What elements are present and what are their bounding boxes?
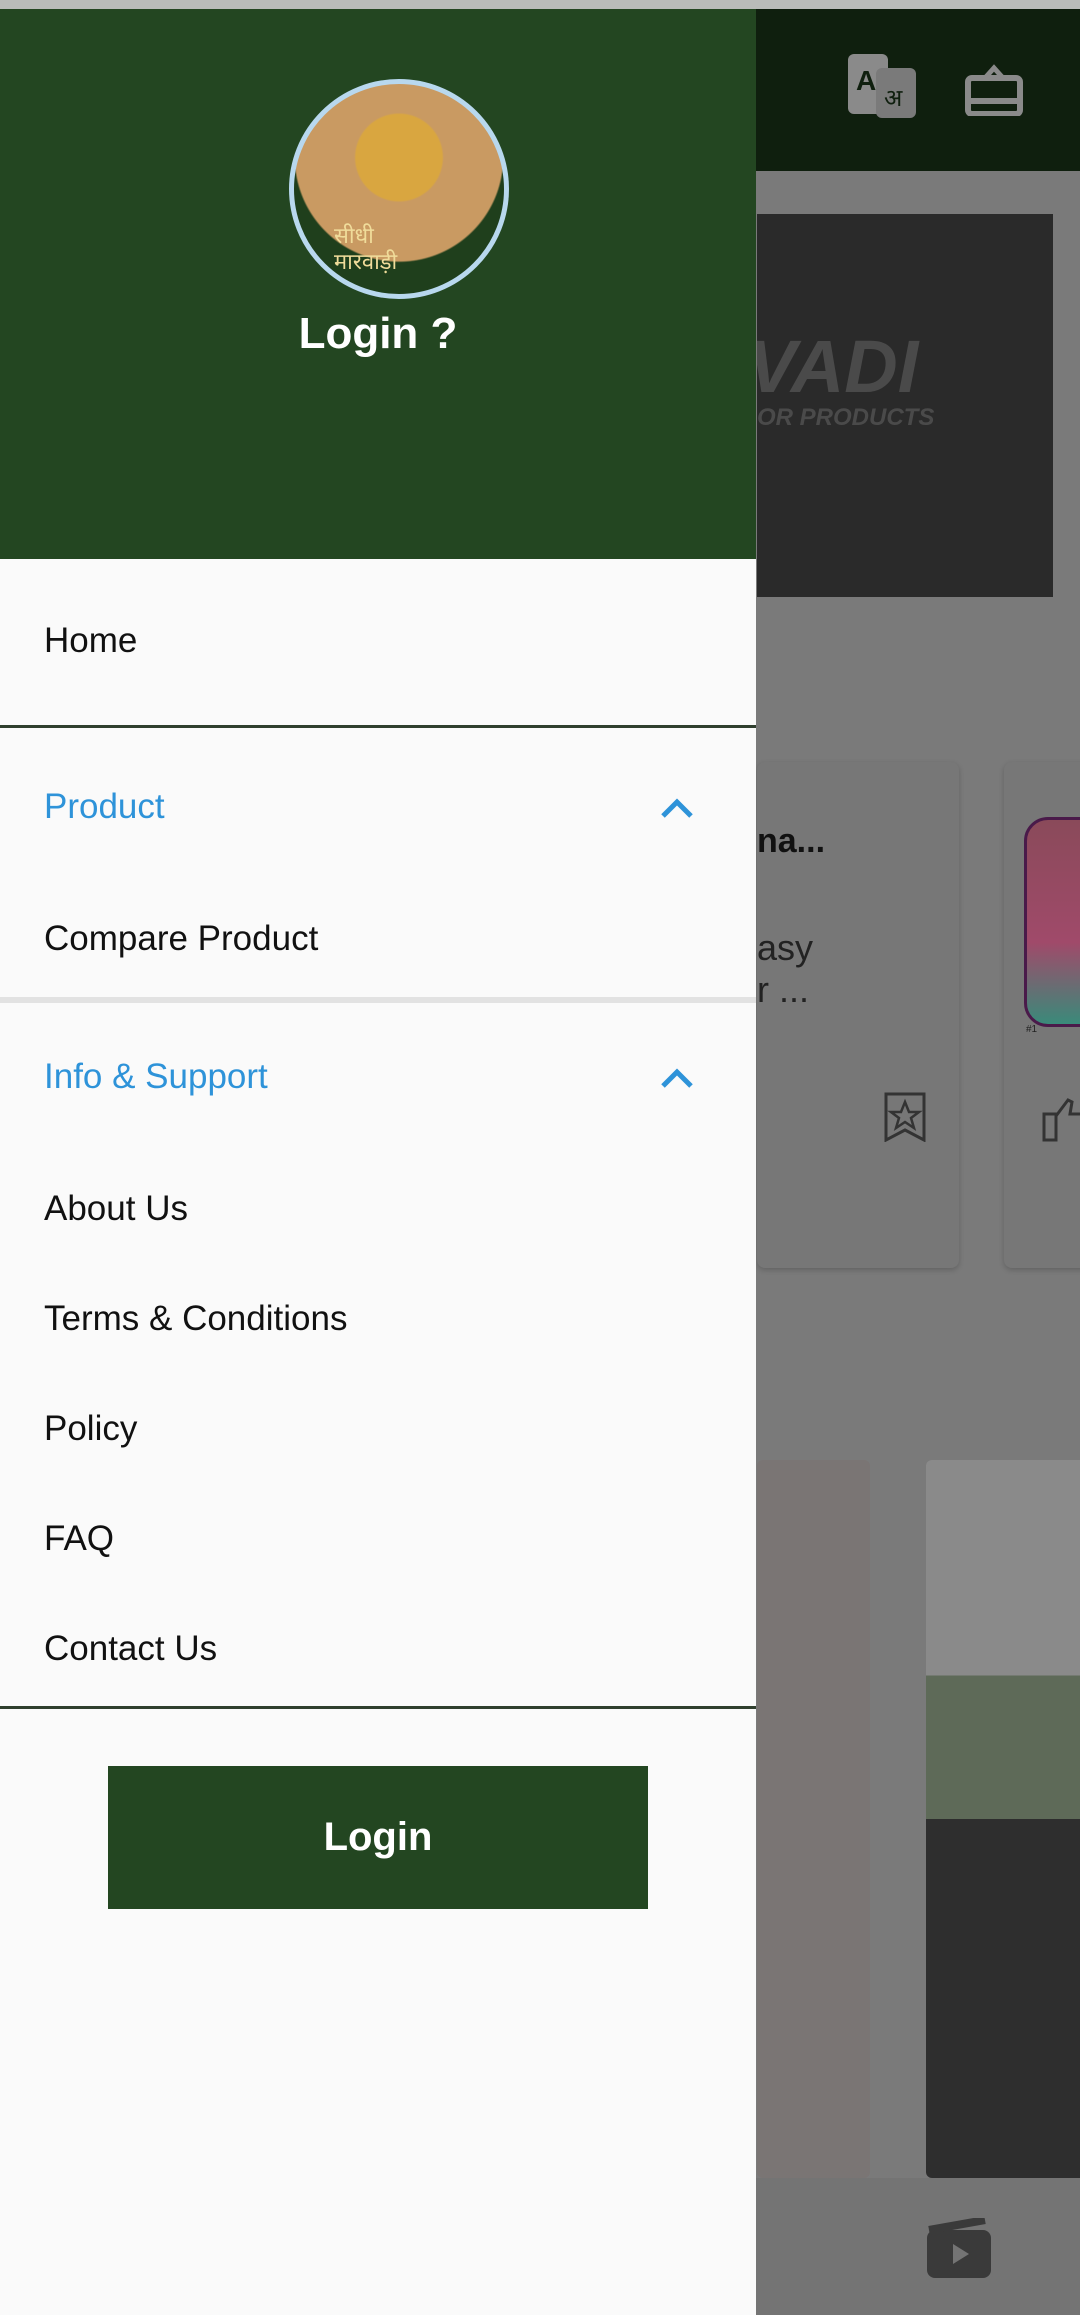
status-bar xyxy=(0,0,1080,9)
brand-logo-text: सीधी मारवाड़ी xyxy=(334,224,398,275)
menu-item-contact-us[interactable]: Contact Us xyxy=(44,1629,217,1669)
chevron-up-icon[interactable] xyxy=(660,1067,694,1089)
menu-item-about-us[interactable]: About Us xyxy=(44,1189,188,1229)
promo-banner[interactable]: VADI OR PRODUCTS xyxy=(757,214,1053,597)
banner-title: VADI xyxy=(757,325,919,408)
translate-icon[interactable]: Aअ xyxy=(848,54,918,126)
menu-item-policy[interactable]: Policy xyxy=(44,1409,137,1449)
bookmark-star-icon[interactable] xyxy=(884,1092,926,1142)
svg-text:A: A xyxy=(856,65,876,96)
product-card[interactable]: #1 xyxy=(1004,762,1080,1268)
menu-item-home[interactable]: Home xyxy=(44,621,137,661)
gift-icon[interactable] xyxy=(965,64,1023,116)
section-product[interactable]: Product xyxy=(44,787,165,827)
divider xyxy=(0,1706,756,1709)
login-button[interactable]: Login xyxy=(108,1766,648,1909)
login-prompt[interactable]: Login ? xyxy=(0,309,756,359)
card-description: asy r ... xyxy=(757,927,814,1010)
rank-badge: #1 xyxy=(1026,1024,1038,1035)
menu-item-faq[interactable]: FAQ xyxy=(44,1519,114,1559)
divider xyxy=(0,725,756,728)
video-thumbnail[interactable] xyxy=(926,1460,1080,2178)
thumbs-up-icon[interactable] xyxy=(1042,1092,1080,1142)
divider xyxy=(0,997,756,1003)
banner-subtitle: OR PRODUCTS xyxy=(757,404,935,431)
video-thumbnail[interactable] xyxy=(757,1460,870,2178)
card-title: na... xyxy=(757,822,826,860)
navigation-drawer: सीधी मारवाड़ी Login ? Home Product Compar… xyxy=(0,9,756,2315)
product-card[interactable]: na... asy r ... xyxy=(757,762,959,1268)
section-info-support[interactable]: Info & Support xyxy=(44,1057,268,1097)
chevron-up-icon[interactable] xyxy=(660,797,694,819)
video-play-icon[interactable] xyxy=(925,2218,993,2280)
menu-item-compare-product[interactable]: Compare Product xyxy=(44,919,318,959)
product-image xyxy=(1024,817,1080,1027)
app-bar: Aअ xyxy=(755,9,1080,171)
drawer-header: सीधी मारवाड़ी Login ? xyxy=(0,9,756,559)
svg-text:अ: अ xyxy=(884,84,903,112)
bottom-navigation xyxy=(755,2178,1080,2315)
avatar[interactable]: सीधी मारवाड़ी xyxy=(289,79,509,299)
menu-item-terms[interactable]: Terms & Conditions xyxy=(44,1299,347,1339)
